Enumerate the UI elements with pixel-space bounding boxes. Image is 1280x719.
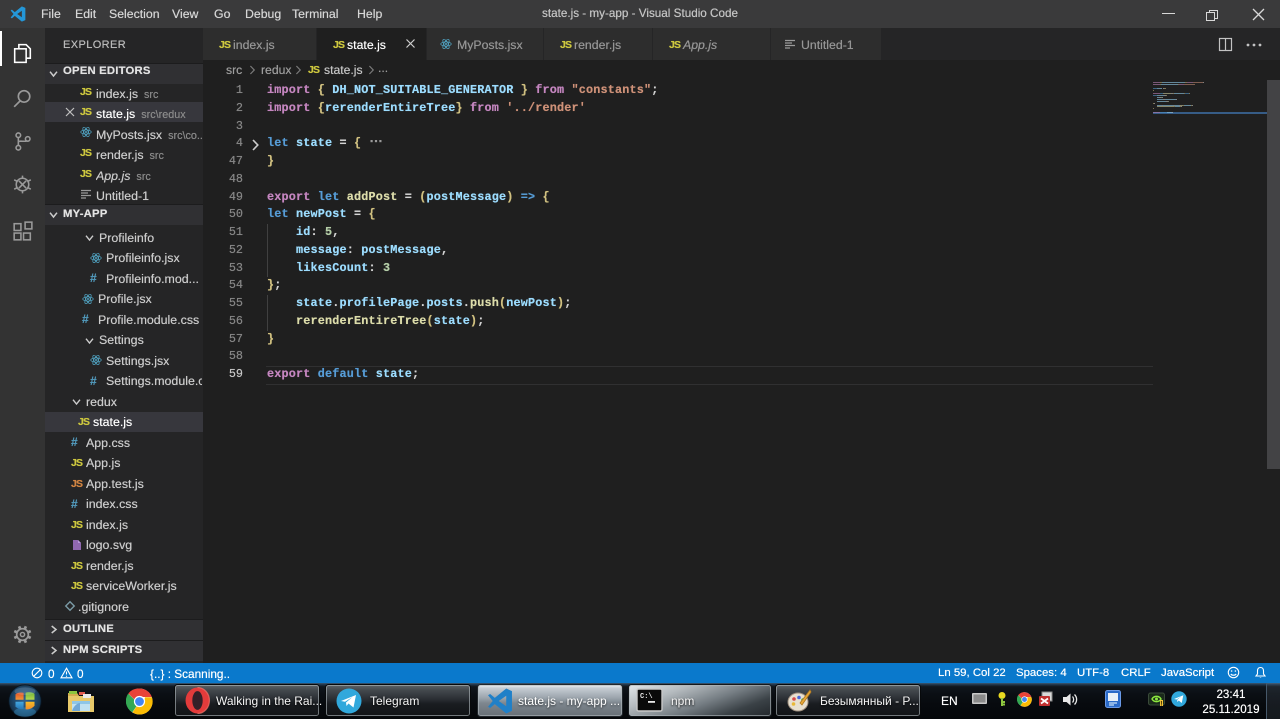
svg-text:C:\: C:\ <box>640 693 653 701</box>
svg-text:!: ! <box>1160 702 1162 708</box>
